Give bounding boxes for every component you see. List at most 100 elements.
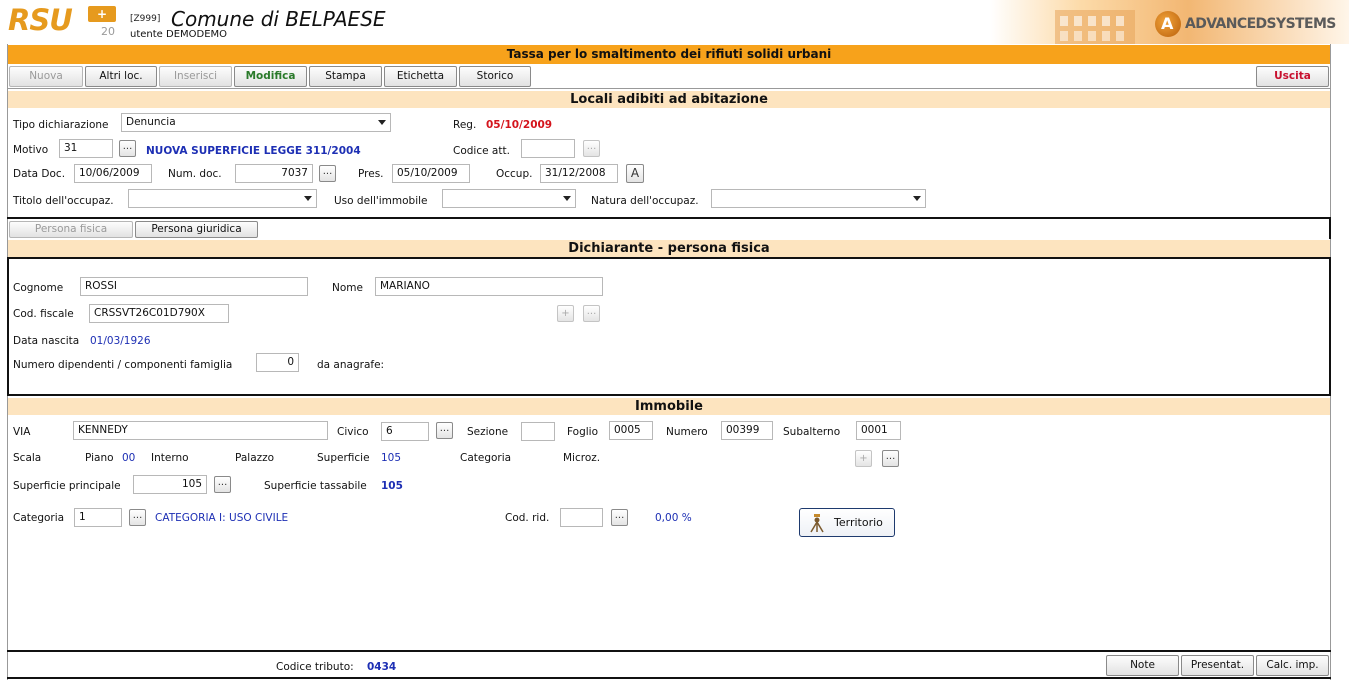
immobile-section-header: Immobile <box>8 398 1330 415</box>
a-button[interactable]: A <box>626 164 644 183</box>
territorio-button[interactable]: Territorio <box>799 508 895 537</box>
cod-rid-lookup-button[interactable]: ... <box>611 509 628 526</box>
num-dipendenti-input[interactable]: 0 <box>256 353 299 372</box>
reg-value: 05/10/2009 <box>486 119 553 131</box>
toolbar-divider <box>7 88 1331 89</box>
nuova-button[interactable]: Nuova <box>9 66 83 87</box>
superficie-lookup-button[interactable]: ... <box>214 476 231 493</box>
civico-label: Civico <box>337 426 369 438</box>
inserisci-button[interactable]: Inserisci <box>159 66 232 87</box>
cod-fiscale-lookup-button[interactable]: ... <box>583 305 600 322</box>
riduzione-percent: 0,00 % <box>655 512 692 524</box>
locali-section-header: Locali adibiti ad abitazione <box>8 91 1330 108</box>
num-doc-label: Num. doc. <box>168 168 222 180</box>
tab-row-border <box>1329 219 1331 239</box>
codice-att-lookup-button[interactable]: ... <box>583 140 600 157</box>
data-nascita-value: 01/03/1926 <box>90 335 151 347</box>
surveyor-icon <box>810 514 824 533</box>
data-nascita-label: Data nascita <box>13 335 80 347</box>
modifica-button[interactable]: Modifica <box>234 66 307 87</box>
foglio-label: Foglio <box>567 426 599 438</box>
civico-lookup-button[interactable]: ... <box>436 422 453 439</box>
codice-tributo-label: Codice tributo: <box>276 661 354 673</box>
chevron-down-icon <box>563 196 571 201</box>
da-anagrafe-label: da anagrafe: <box>317 359 385 371</box>
presentat-button[interactable]: Presentat. <box>1181 655 1254 676</box>
categoria-input[interactable]: 1 <box>74 508 122 527</box>
codice-att-input[interactable] <box>521 139 575 158</box>
occup-input[interactable]: 31/12/2008 <box>540 164 618 183</box>
sezione-input[interactable] <box>521 422 555 441</box>
codice-tributo-value: 0434 <box>367 661 397 673</box>
cod-rid-label: Cod. rid. <box>505 512 550 524</box>
motivo-input[interactable]: 31 <box>59 139 113 158</box>
add-icon[interactable]: + <box>855 450 872 467</box>
foglio-input[interactable]: 0005 <box>609 421 653 440</box>
dichiarante-section-header: Dichiarante - persona fisica <box>8 240 1330 257</box>
cod-fiscale-label: Cod. fiscale <box>13 308 74 320</box>
occup-label: Occup. <box>496 168 533 180</box>
chevron-down-icon <box>304 196 312 201</box>
advanced-systems-icon <box>1155 11 1181 37</box>
categoria-lookup-button[interactable]: ... <box>129 509 146 526</box>
via-input[interactable]: KENNEDY <box>73 421 328 440</box>
pres-input[interactable]: 05/10/2009 <box>392 164 470 183</box>
uso-immobile-select[interactable] <box>442 189 576 208</box>
num-doc-input[interactable]: 7037 <box>235 164 313 183</box>
rsu-logo: RSU <box>8 3 73 37</box>
via-label: VIA <box>13 426 31 438</box>
uscita-button[interactable]: Uscita <box>1256 66 1329 87</box>
palazzo-label: Palazzo <box>235 452 275 464</box>
civico-input[interactable]: 6 <box>381 422 429 441</box>
motivo-label: Motivo <box>13 144 49 156</box>
natura-occupaz-select[interactable] <box>711 189 926 208</box>
cognome-label: Cognome <box>13 282 64 294</box>
cod-rid-input[interactable] <box>560 508 603 527</box>
tipo-dichiarazione-label: Tipo dichiarazione <box>13 119 109 131</box>
subalterno-input[interactable]: 0001 <box>856 421 901 440</box>
cod-fiscale-input[interactable]: CRSSVT26C01D790X <box>89 304 229 323</box>
numero-label: Numero <box>666 426 708 438</box>
superficie-value: 105 <box>381 452 402 464</box>
motivo-description: NUOVA SUPERFICIE LEGGE 311/2004 <box>146 145 361 157</box>
building-image <box>1055 10 1135 44</box>
tab-persona-fisica[interactable]: Persona fisica <box>9 221 133 238</box>
superficie-label: Superficie <box>317 452 370 464</box>
categoria-description: CATEGORIA I: USO CIVILE <box>155 512 289 524</box>
piano-value: 00 <box>122 452 136 464</box>
footer-divider <box>7 650 1331 652</box>
user-label: utente DEMODEMO <box>130 29 228 40</box>
num-dipendenti-label: Numero dipendenti / componenti famiglia <box>13 359 233 371</box>
section-divider <box>7 217 1331 219</box>
altri-loc-button[interactable]: Altri loc. <box>85 66 157 87</box>
calc-imp-button[interactable]: Calc. imp. <box>1256 655 1329 676</box>
stampa-button[interactable]: Stampa <box>309 66 382 87</box>
cognome-input[interactable]: ROSSI <box>80 277 308 296</box>
superficie-principale-input[interactable]: 105 <box>133 475 207 494</box>
storico-button[interactable]: Storico <box>459 66 531 87</box>
app-header: RSU + 20 [Z999] Comune di BELPAESE utent… <box>0 0 1349 44</box>
rsu-logo-plus: + <box>88 6 116 22</box>
footer-bottom-border <box>7 677 1331 679</box>
data-doc-input[interactable]: 10/06/2009 <box>74 164 152 183</box>
pres-label: Pres. <box>358 168 384 180</box>
etichetta-button[interactable]: Etichetta <box>384 66 457 87</box>
titolo-occupaz-select[interactable] <box>128 189 317 208</box>
add-icon[interactable]: + <box>557 305 574 322</box>
uso-immobile-label: Uso dell'immobile <box>334 195 428 207</box>
interno-label: Interno <box>151 452 189 464</box>
catasto-lookup-button[interactable]: ... <box>882 450 899 467</box>
chevron-down-icon <box>378 120 386 125</box>
nome-input[interactable]: MARIANO <box>375 277 603 296</box>
note-button[interactable]: Note <box>1106 655 1179 676</box>
reg-label: Reg. <box>453 119 477 131</box>
num-doc-lookup-button[interactable]: ... <box>319 165 336 182</box>
data-doc-label: Data Doc. <box>13 168 66 180</box>
motivo-lookup-button[interactable]: ... <box>119 140 136 157</box>
territorio-label: Territorio <box>834 516 883 529</box>
tab-persona-giuridica[interactable]: Persona giuridica <box>135 221 258 238</box>
superficie-principale-label: Superficie principale <box>13 480 121 492</box>
codice-att-label: Codice att. <box>453 145 510 157</box>
numero-input[interactable]: 00399 <box>721 421 773 440</box>
tipo-dichiarazione-select[interactable]: Denuncia <box>121 113 391 132</box>
